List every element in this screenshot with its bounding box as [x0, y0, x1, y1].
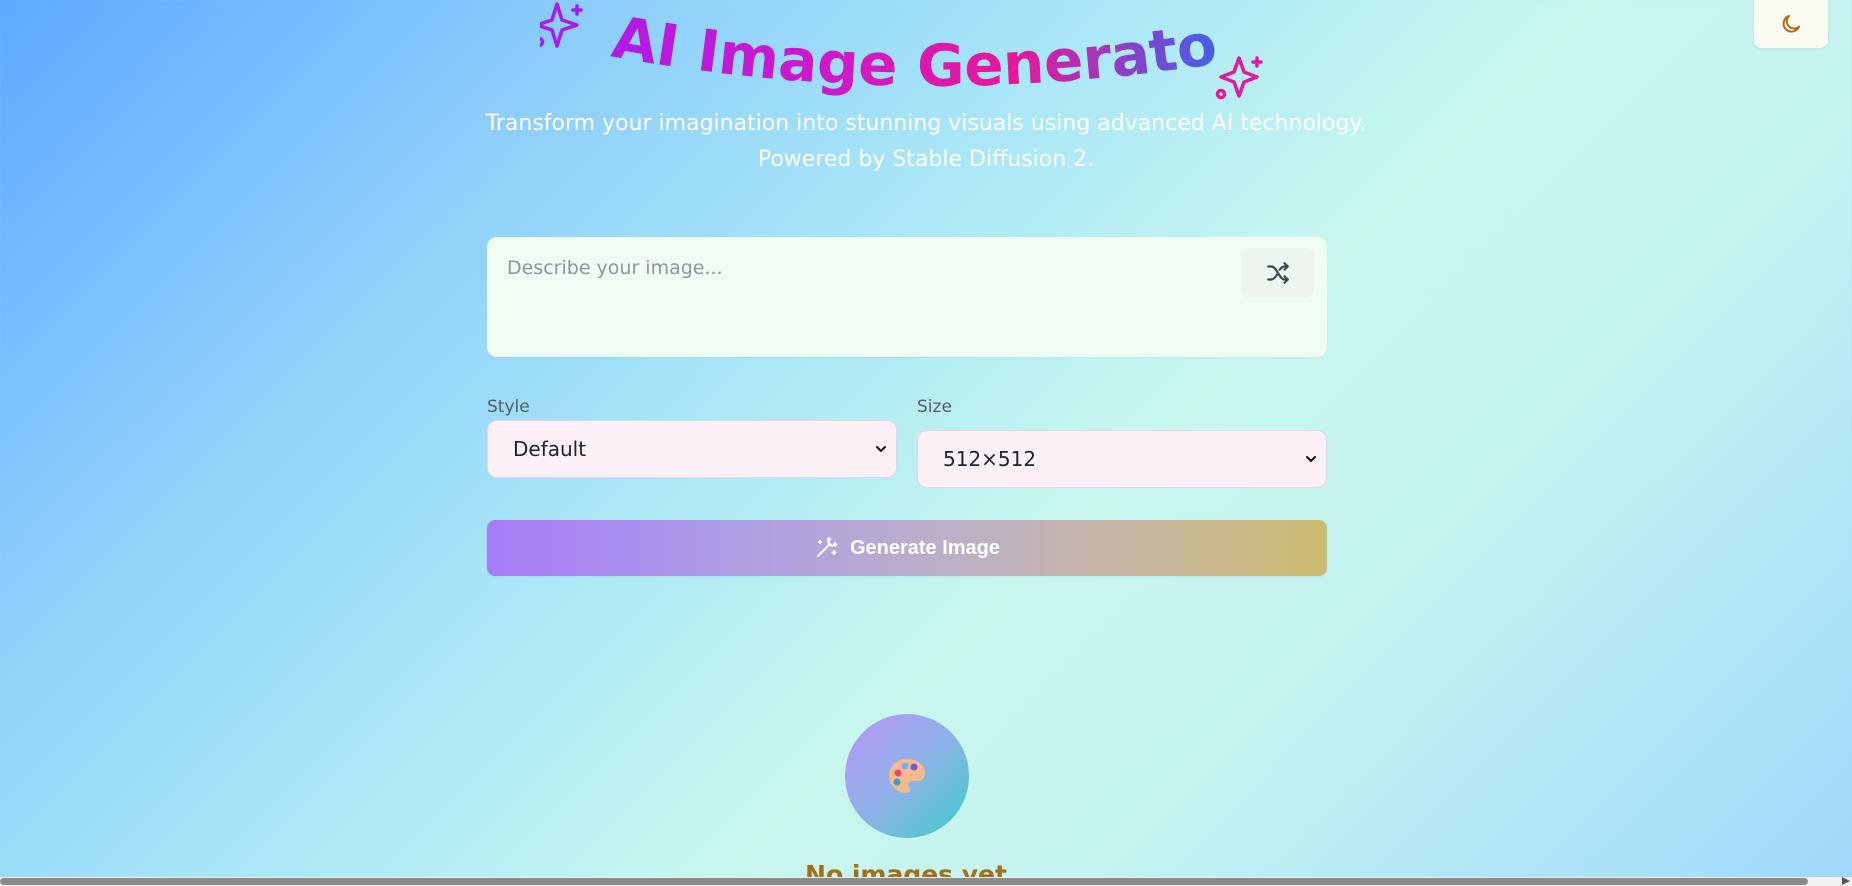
page-title-graphic: AI Image Generator: [540, 0, 1263, 100]
chevron-down-icon: [876, 446, 886, 452]
scroll-right-arrow-icon[interactable]: [1842, 877, 1850, 885]
chevron-down-icon: [1306, 456, 1316, 462]
style-label: Style: [487, 397, 530, 417]
prompt-container: [487, 237, 1327, 377]
size-label: Size: [917, 397, 952, 417]
header: AI Image Generator: [0, 0, 1852, 110]
subtitle-line: Transform your imagination into stunning…: [485, 111, 1367, 136]
theme-toggle-button[interactable]: [1754, 0, 1828, 48]
scrollbar-thumb[interactable]: [0, 878, 1808, 885]
page: AI Image Generator Transform your imagin…: [0, 0, 1852, 886]
sparkles-icon: [1215, 56, 1263, 100]
page-title-text: AI Image Generator: [540, 0, 1221, 100]
subtitle-line: Powered by Stable Diffusion 2.: [757, 147, 1095, 172]
generate-image-button[interactable]: Generate Image: [487, 520, 1327, 576]
subtitle: Transform your imagination into stunning…: [426, 106, 1426, 178]
horizontal-scrollbar[interactable]: [0, 877, 1852, 886]
size-select-value: 512×512: [943, 447, 1037, 471]
magic-wand-icon: [814, 536, 838, 560]
moon-icon: [1782, 15, 1800, 33]
style-select-value: Default: [513, 437, 587, 461]
empty-state-badge: [845, 714, 969, 838]
palette-icon: [889, 759, 925, 793]
prompt-input[interactable]: [487, 237, 1267, 377]
generate-image-label: Generate Image: [849, 536, 1001, 559]
shuffle-icon: [1267, 262, 1289, 284]
size-select[interactable]: 512×512: [917, 430, 1327, 488]
sparkles-icon: [540, 2, 583, 48]
random-prompt-button[interactable]: [1242, 248, 1314, 298]
page-title: AI Image Generator: [540, 0, 1221, 100]
style-select[interactable]: Default: [487, 420, 897, 478]
